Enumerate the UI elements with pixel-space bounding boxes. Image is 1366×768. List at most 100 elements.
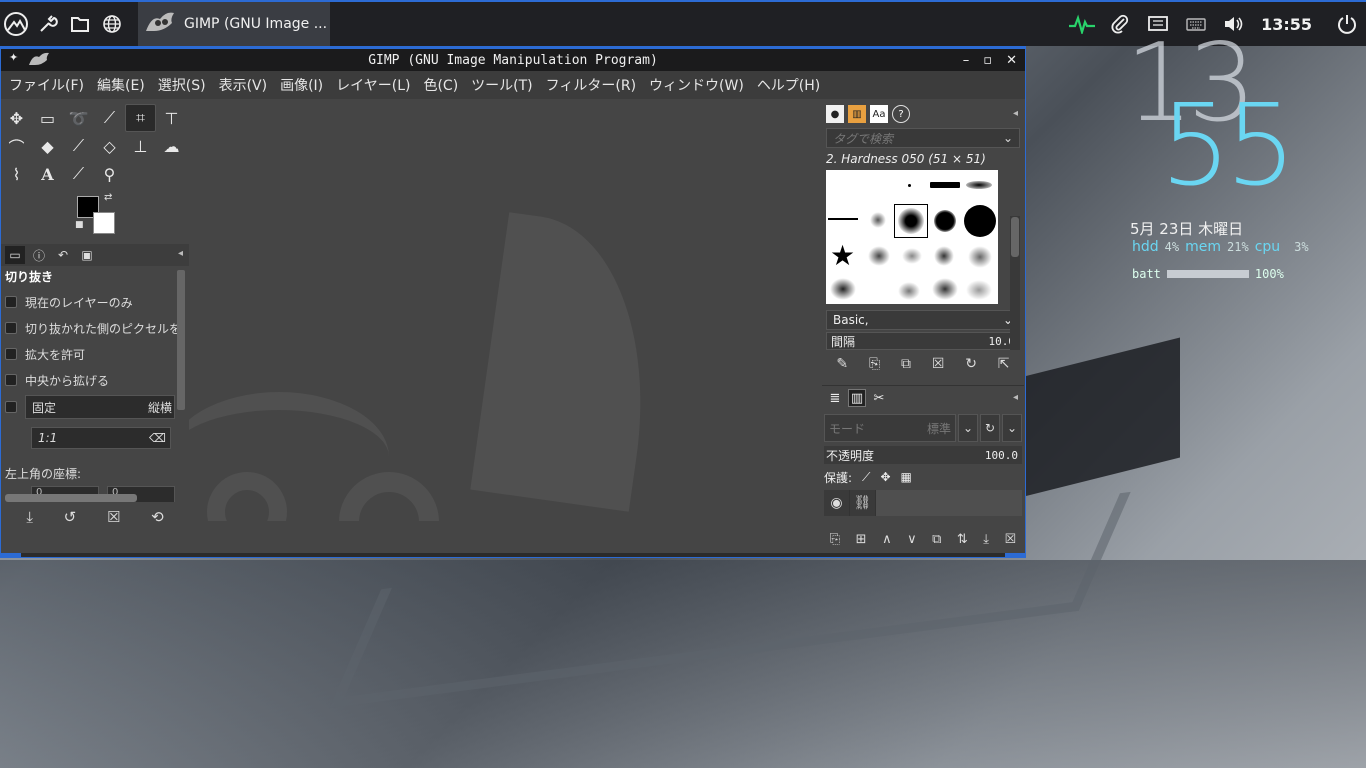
new-brush-icon[interactable]: ⎘ <box>869 356 880 372</box>
window-titlebar[interactable]: ✦ GIMP (GNU Image Manipulation Program) … <box>1 49 1025 71</box>
help-icon[interactable]: ? <box>892 105 910 123</box>
reset-colors-icon[interactable]: ■ <box>75 220 84 230</box>
brush-preview[interactable] <box>930 182 960 188</box>
lock-alpha-icon[interactable]: ▦ <box>901 470 912 484</box>
star-brush-icon[interactable]: ★ <box>830 242 858 270</box>
bucket-fill-tool-icon[interactable]: ◆ <box>32 132 63 160</box>
app-menu-icon[interactable] <box>0 2 32 46</box>
tab-brushes[interactable]: ● <box>826 105 844 123</box>
menu-view[interactable]: 表示(V) <box>219 75 268 95</box>
brush-preview[interactable] <box>828 218 858 220</box>
brush-preview[interactable] <box>908 184 911 187</box>
checkbox[interactable] <box>5 322 17 334</box>
maximize-icon[interactable]: ▫ <box>983 53 992 68</box>
options-scrollbar[interactable] <box>177 270 185 410</box>
unified-transform-tool-icon[interactable]: ⊤ <box>156 104 187 132</box>
brush-preview[interactable] <box>932 278 958 300</box>
menu-file[interactable]: ファイル(F) <box>9 75 84 95</box>
minimize-icon[interactable]: – <box>963 53 970 68</box>
clone-tool-icon[interactable]: ⊥ <box>125 132 156 160</box>
option-current-layer-only[interactable]: 現在のレイヤーのみ <box>5 289 175 315</box>
brush-preview[interactable] <box>966 181 992 189</box>
brush-preview[interactable] <box>898 208 924 234</box>
menu-help[interactable]: ヘルプ(H) <box>757 75 820 95</box>
tab-paths[interactable]: ✂ <box>870 389 888 407</box>
tab-layers[interactable]: ≣ <box>826 389 844 407</box>
files-icon[interactable] <box>64 2 96 46</box>
brush-spacing-spinner[interactable]: 間隔 10.0 <box>826 332 1020 350</box>
brush-preview[interactable] <box>868 246 890 266</box>
raise-layer-icon[interactable]: ∧ <box>882 532 892 547</box>
fixed-checkbox[interactable] <box>5 401 17 413</box>
reset-options-icon[interactable]: ⟲ <box>151 508 164 526</box>
duplicate-layer-icon[interactable]: ⧉ <box>932 532 941 547</box>
brush-scrollbar[interactable] <box>1010 216 1020 350</box>
eraser-tool-icon[interactable]: ◇ <box>94 132 125 160</box>
option-allow-growing[interactable]: 拡大を許可 <box>5 341 175 367</box>
chain-link-icon[interactable]: ⛓ <box>850 490 876 516</box>
menu-layer[interactable]: レイヤー(L) <box>336 75 410 95</box>
dock-separator[interactable] <box>822 378 1024 386</box>
tab-fonts[interactable]: Aa <box>870 105 888 123</box>
settings-icon[interactable] <box>32 2 64 46</box>
brush-grid[interactable]: ★ <box>826 170 998 304</box>
menu-filters[interactable]: フィルター(R) <box>546 75 636 95</box>
chevron-down-icon[interactable]: ⌄ <box>1002 414 1022 442</box>
taskbar-gimp[interactable]: GIMP (GNU Image ... <box>138 2 330 46</box>
window-menu-icon[interactable]: ✦ <box>9 51 18 70</box>
options-hscrollbar[interactable] <box>5 494 137 502</box>
activity-monitor-icon[interactable] <box>1063 2 1101 46</box>
merge-layer-icon[interactable]: ⤓ <box>983 532 989 547</box>
brush-preview[interactable] <box>902 248 922 264</box>
dock-menu-icon[interactable]: ◂ <box>1013 108 1018 119</box>
background-color[interactable] <box>93 212 115 234</box>
new-layer-icon[interactable]: ⎘ <box>830 532 840 547</box>
tab-device-status[interactable]: ⓘ <box>29 246 49 264</box>
swap-colors-icon[interactable]: ⇄ <box>104 192 112 203</box>
menu-select[interactable]: 選択(S) <box>158 75 206 95</box>
layer-mode-combo[interactable]: モード 標準 <box>824 414 956 442</box>
smudge-tool-icon[interactable]: ☁ <box>156 132 187 160</box>
delete-layer-icon[interactable]: ☒ <box>1005 532 1017 547</box>
panel-clock[interactable]: 13:55 <box>1253 15 1328 34</box>
text-tool-icon[interactable]: A <box>32 160 63 188</box>
clear-entry-icon[interactable]: ⌫ <box>149 431 166 445</box>
brush-tag-search[interactable]: タグで検索 ⌄ <box>826 128 1020 148</box>
dock-menu-icon[interactable]: ◂ <box>1013 392 1018 403</box>
option-expand-from-center[interactable]: 中央から拡げる <box>5 367 175 393</box>
color-picker-tool-icon[interactable]: ⟋ <box>63 160 94 188</box>
checkbox[interactable] <box>5 296 17 308</box>
menu-tools[interactable]: ツール(T) <box>471 75 532 95</box>
fuzzy-select-tool-icon[interactable]: ⟋ <box>94 104 125 132</box>
power-icon[interactable] <box>1328 2 1366 46</box>
browser-icon[interactable] <box>96 2 128 46</box>
brush-preview[interactable] <box>898 282 920 300</box>
move-tool-icon[interactable]: ✥ <box>1 104 32 132</box>
zoom-tool-icon[interactable]: ⚲ <box>94 160 125 188</box>
warp-tool-icon[interactable]: ⌒ <box>1 132 32 160</box>
lock-pixels-icon[interactable]: ⟋ <box>862 470 870 485</box>
brush-preview[interactable] <box>968 246 992 268</box>
lower-layer-icon[interactable]: ∨ <box>907 532 917 547</box>
delete-options-icon[interactable]: ☒ <box>107 508 120 526</box>
resize-handle[interactable] <box>1005 553 1025 557</box>
refresh-brushes-icon[interactable]: ↻ <box>965 356 977 372</box>
duplicate-brush-icon[interactable]: ⧉ <box>901 356 911 372</box>
tab-undo-history[interactable]: ↶ <box>53 246 73 264</box>
anchor-layer-icon[interactable]: ⇅ <box>957 532 968 547</box>
delete-brush-icon[interactable]: ☒ <box>932 356 945 372</box>
paths-tool-icon[interactable]: ⌇ <box>1 160 32 188</box>
brush-preview[interactable] <box>870 212 886 228</box>
restore-options-icon[interactable]: ↺ <box>64 508 77 526</box>
checkbox[interactable] <box>5 348 17 360</box>
fixed-mode-combo[interactable]: 固定 縦横 <box>25 395 175 419</box>
opacity-spinner[interactable]: 不透明度 100.0 <box>824 446 1022 464</box>
image-canvas-area[interactable] <box>189 102 822 521</box>
switch-mode-icon[interactable]: ↻ <box>980 414 1000 442</box>
paintbrush-tool-icon[interactable]: ⟋ <box>63 132 94 160</box>
lock-position-icon[interactable]: ✥ <box>880 470 890 484</box>
brush-preview[interactable] <box>830 278 856 300</box>
option-delete-cropped-pixels[interactable]: 切り抜かれた側のピクセルを <box>5 315 181 341</box>
ratio-entry[interactable]: 1:1 ⌫ <box>31 427 171 449</box>
open-brush-as-image-icon[interactable]: ⇱ <box>998 356 1010 372</box>
